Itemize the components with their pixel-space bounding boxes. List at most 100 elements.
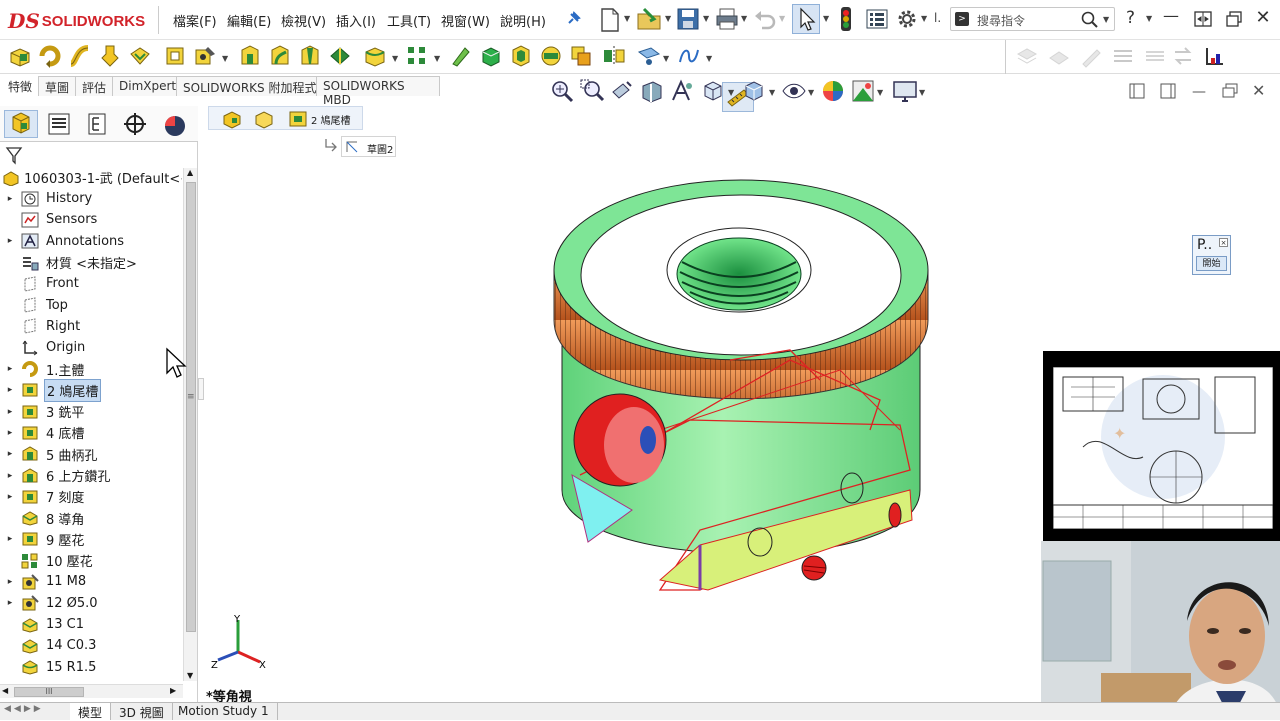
tab-configuration-manager[interactable] — [80, 110, 114, 138]
lofted-boss-icon[interactable] — [98, 44, 122, 68]
tree-item[interactable]: ▸ 12 Ø5.0 — [0, 593, 182, 614]
draft-icon[interactable] — [479, 44, 503, 68]
extruded-boss-icon[interactable] — [8, 44, 32, 68]
viewport-restore-icon[interactable] — [1220, 82, 1240, 100]
chevron-down-icon[interactable]: ▼ — [808, 88, 814, 97]
curves-icon[interactable] — [677, 44, 701, 68]
hide-show-items-icon[interactable] — [781, 78, 807, 104]
filter-funnel-icon[interactable] — [5, 145, 23, 165]
apply-scene-icon[interactable] — [850, 78, 876, 104]
macro-popup[interactable]: P.. × 開始 — [1192, 235, 1231, 275]
scroll-left-icon[interactable]: ◀ — [2, 686, 8, 695]
previous-view-icon[interactable] — [609, 78, 635, 104]
reference-geometry-icon[interactable] — [637, 44, 661, 68]
body-crumb-icon[interactable] — [253, 109, 275, 129]
scroll-thumb[interactable] — [186, 182, 196, 632]
tab-features[interactable]: 特徵 — [2, 76, 39, 96]
expand-arrow-icon[interactable]: ▸ — [0, 492, 20, 502]
sketch-pencil-icon[interactable] — [1079, 44, 1103, 68]
expand-arrow-icon[interactable]: ▸ — [0, 449, 20, 459]
expand-arrow-icon[interactable]: ▸ — [0, 236, 20, 246]
chevron-down-icon[interactable]: ▼ — [1103, 15, 1109, 24]
extruded-cut-icon[interactable] — [163, 44, 187, 68]
chevron-down-icon[interactable]: ▼ — [741, 14, 747, 23]
tree-item[interactable]: ▸ 5 曲柄孔 — [0, 444, 182, 465]
tab-solidworks-mbd[interactable]: SOLIDWORKS MBD — [316, 76, 440, 107]
tab-feature-manager[interactable] — [4, 110, 38, 138]
assembly-icon[interactable] — [1015, 44, 1039, 68]
revolved-cut-icon[interactable] — [238, 44, 262, 68]
edit-appearance-icon[interactable] — [820, 78, 846, 104]
new-document-icon[interactable] — [598, 7, 622, 33]
toolbar-overflow-icon[interactable]: l. — [934, 11, 941, 25]
tab-solidworks-addins[interactable]: SOLIDWORKS 附加程式 — [176, 76, 324, 96]
expand-arrow-icon[interactable]: ▸ — [0, 534, 20, 544]
shell-icon[interactable] — [509, 44, 533, 68]
intersect-icon[interactable] — [569, 44, 593, 68]
tree-item[interactable]: ▸ 4 底槽 — [0, 422, 182, 443]
expand-arrow-icon[interactable]: ▸ — [0, 407, 20, 417]
tab-motion-study[interactable]: Motion Study 1 — [170, 703, 278, 720]
open-document-icon[interactable] — [636, 6, 664, 32]
tree-item[interactable]: 材質 <未指定> — [0, 252, 182, 273]
tree-item[interactable]: 15 R1.5 — [0, 657, 182, 678]
hole-wizard-icon[interactable] — [193, 44, 217, 68]
boundary-boss-icon[interactable] — [128, 44, 152, 68]
menu-insert[interactable]: 插入(I) — [336, 11, 376, 30]
chevron-down-icon[interactable]: ▼ — [769, 88, 775, 97]
viewport-split-right-icon[interactable] — [1159, 82, 1177, 100]
minimize-button[interactable]: — — [1160, 6, 1182, 25]
scroll-thumb[interactable]: III — [14, 687, 84, 697]
section-view-icon[interactable] — [639, 78, 665, 104]
tree-item[interactable]: ▸ 11 M8 — [0, 571, 182, 592]
breadcrumb-sketch[interactable]: 草圖2 — [341, 136, 396, 157]
chevron-down-icon[interactable]: ▼ — [823, 14, 829, 23]
swept-boss-icon[interactable] — [68, 44, 92, 68]
help-icon[interactable]: ? — [1126, 8, 1135, 28]
expand-arrow-icon[interactable]: ▸ — [0, 471, 20, 481]
chevron-down-icon[interactable]: ▼ — [779, 14, 785, 23]
tree-item[interactable]: ▸ 9 壓花 — [0, 529, 182, 550]
menu-tools[interactable]: 工具(T) — [387, 11, 431, 30]
chevron-down-icon[interactable]: ▼ — [728, 88, 734, 97]
chevron-down-icon[interactable]: ▼ — [624, 14, 630, 23]
popup-start-button[interactable]: 開始 — [1196, 256, 1227, 271]
tree-item[interactable]: Sensors — [0, 209, 182, 230]
search-commands-input[interactable]: > 搜尋指令 ▼ — [950, 7, 1115, 31]
select-button[interactable] — [792, 4, 820, 34]
tree-item[interactable]: ▸ History — [0, 188, 182, 209]
chevron-down-icon[interactable]: ▼ — [706, 54, 712, 63]
swept-cut-icon[interactable] — [268, 44, 292, 68]
layers-icon[interactable] — [1143, 44, 1167, 68]
viewport-split-left-icon[interactable] — [1128, 82, 1146, 100]
view-orientation-icon[interactable] — [701, 78, 727, 104]
expand-arrow-icon[interactable]: ▸ — [0, 428, 20, 438]
tree-item[interactable]: ▸ 7 刻度 — [0, 486, 182, 507]
tree-item[interactable]: ▸ 1.主體 — [0, 358, 182, 379]
menu-view[interactable]: 檢視(V) — [281, 11, 326, 30]
scroll-down-icon[interactable]: ▼ — [187, 671, 193, 680]
linear-pattern-icon[interactable] — [405, 44, 429, 68]
tree-item[interactable]: Right — [0, 316, 182, 337]
chevron-down-icon[interactable]: ▼ — [665, 14, 671, 23]
maximize-icon[interactable] — [1224, 9, 1244, 29]
tree-item[interactable]: 8 導角 — [0, 507, 182, 528]
tree-horizontal-scrollbar[interactable]: ◀ III ▶ — [0, 684, 183, 698]
dynamic-annotation-icon[interactable] — [669, 78, 695, 104]
tree-item[interactable]: Origin — [0, 337, 182, 358]
menu-file[interactable]: 檔案(F) — [173, 11, 217, 30]
viewport-minimize-button[interactable]: — — [1192, 84, 1206, 100]
search-icon[interactable] — [1081, 11, 1099, 29]
chevron-down-icon[interactable]: ▼ — [663, 54, 669, 63]
part-crumb-icon[interactable] — [221, 109, 243, 129]
restore-panels-icon[interactable] — [1193, 9, 1213, 29]
scroll-right-icon[interactable]: ▶ — [170, 686, 176, 695]
move-icon[interactable] — [1171, 44, 1195, 68]
chevron-down-icon[interactable]: ▼ — [877, 88, 883, 97]
tree-vertical-scrollbar[interactable]: ▲ ≡ ▼ — [183, 168, 197, 681]
part-3d-model[interactable] — [540, 170, 940, 610]
chevron-down-icon[interactable]: ▼ — [222, 54, 228, 63]
tree-item[interactable]: 10 壓花 — [0, 550, 182, 571]
menu-help[interactable]: 說明(H) — [500, 11, 546, 30]
rebuild-traffic-light-icon[interactable] — [838, 6, 854, 32]
